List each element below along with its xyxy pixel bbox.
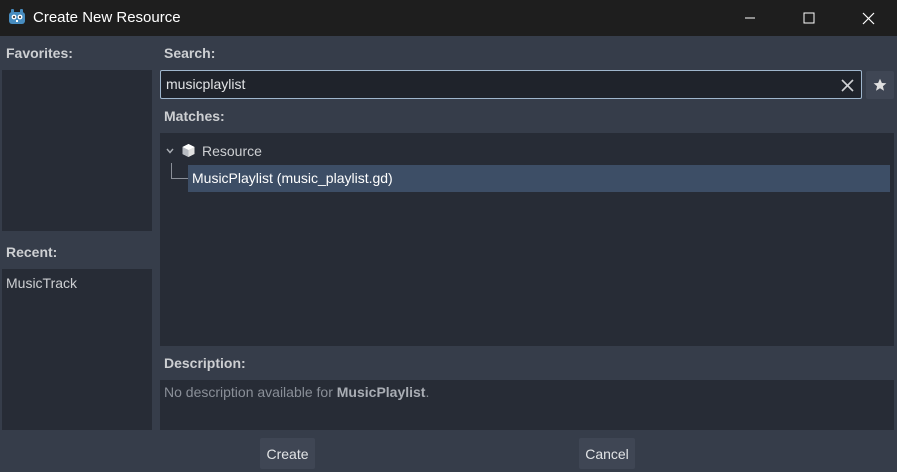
chevron-down-icon[interactable] bbox=[165, 146, 175, 156]
description-text: No description available for MusicPlayli… bbox=[164, 384, 429, 400]
cancel-button[interactable]: Cancel bbox=[579, 438, 635, 469]
resource-cube-icon bbox=[182, 144, 195, 157]
maximize-button[interactable] bbox=[780, 0, 838, 36]
close-window-button[interactable] bbox=[839, 0, 897, 36]
close-icon bbox=[862, 12, 874, 24]
description-prefix: No description available for bbox=[164, 384, 337, 400]
maximize-icon bbox=[803, 12, 815, 24]
clear-search-button[interactable] bbox=[837, 75, 857, 95]
title-bar: Create New Resource bbox=[0, 0, 897, 36]
create-button[interactable]: Create bbox=[260, 438, 315, 469]
star-icon bbox=[873, 78, 887, 91]
minimize-icon bbox=[745, 17, 755, 19]
window-title: Create New Resource bbox=[33, 9, 181, 26]
tree-item-musicplaylist[interactable]: MusicPlaylist (music_playlist.gd) bbox=[188, 165, 890, 192]
search-label: Search: bbox=[164, 45, 216, 61]
description-suffix: . bbox=[425, 384, 430, 400]
tree-item-musicplaylist-label: MusicPlaylist (music_playlist.gd) bbox=[192, 170, 393, 186]
recent-list[interactable] bbox=[2, 269, 152, 430]
description-label: Description: bbox=[164, 355, 246, 371]
godot-logo-icon bbox=[9, 9, 25, 24]
favorites-label: Favorites: bbox=[6, 45, 73, 61]
search-input-value: musicplaylist bbox=[166, 76, 246, 92]
matches-label: Matches: bbox=[164, 108, 225, 124]
search-input[interactable]: musicplaylist bbox=[160, 70, 862, 99]
favorite-toggle-button[interactable] bbox=[866, 71, 894, 99]
favorites-list[interactable] bbox=[2, 70, 152, 231]
description-class-name: MusicPlaylist bbox=[336, 384, 426, 400]
tree-connector bbox=[171, 163, 188, 179]
recent-item-musictrack[interactable]: MusicTrack bbox=[6, 275, 77, 291]
tree-item-resource[interactable]: Resource bbox=[202, 143, 262, 159]
minimize-button[interactable] bbox=[721, 0, 779, 36]
recent-label: Recent: bbox=[6, 244, 58, 260]
clear-icon bbox=[840, 78, 854, 92]
